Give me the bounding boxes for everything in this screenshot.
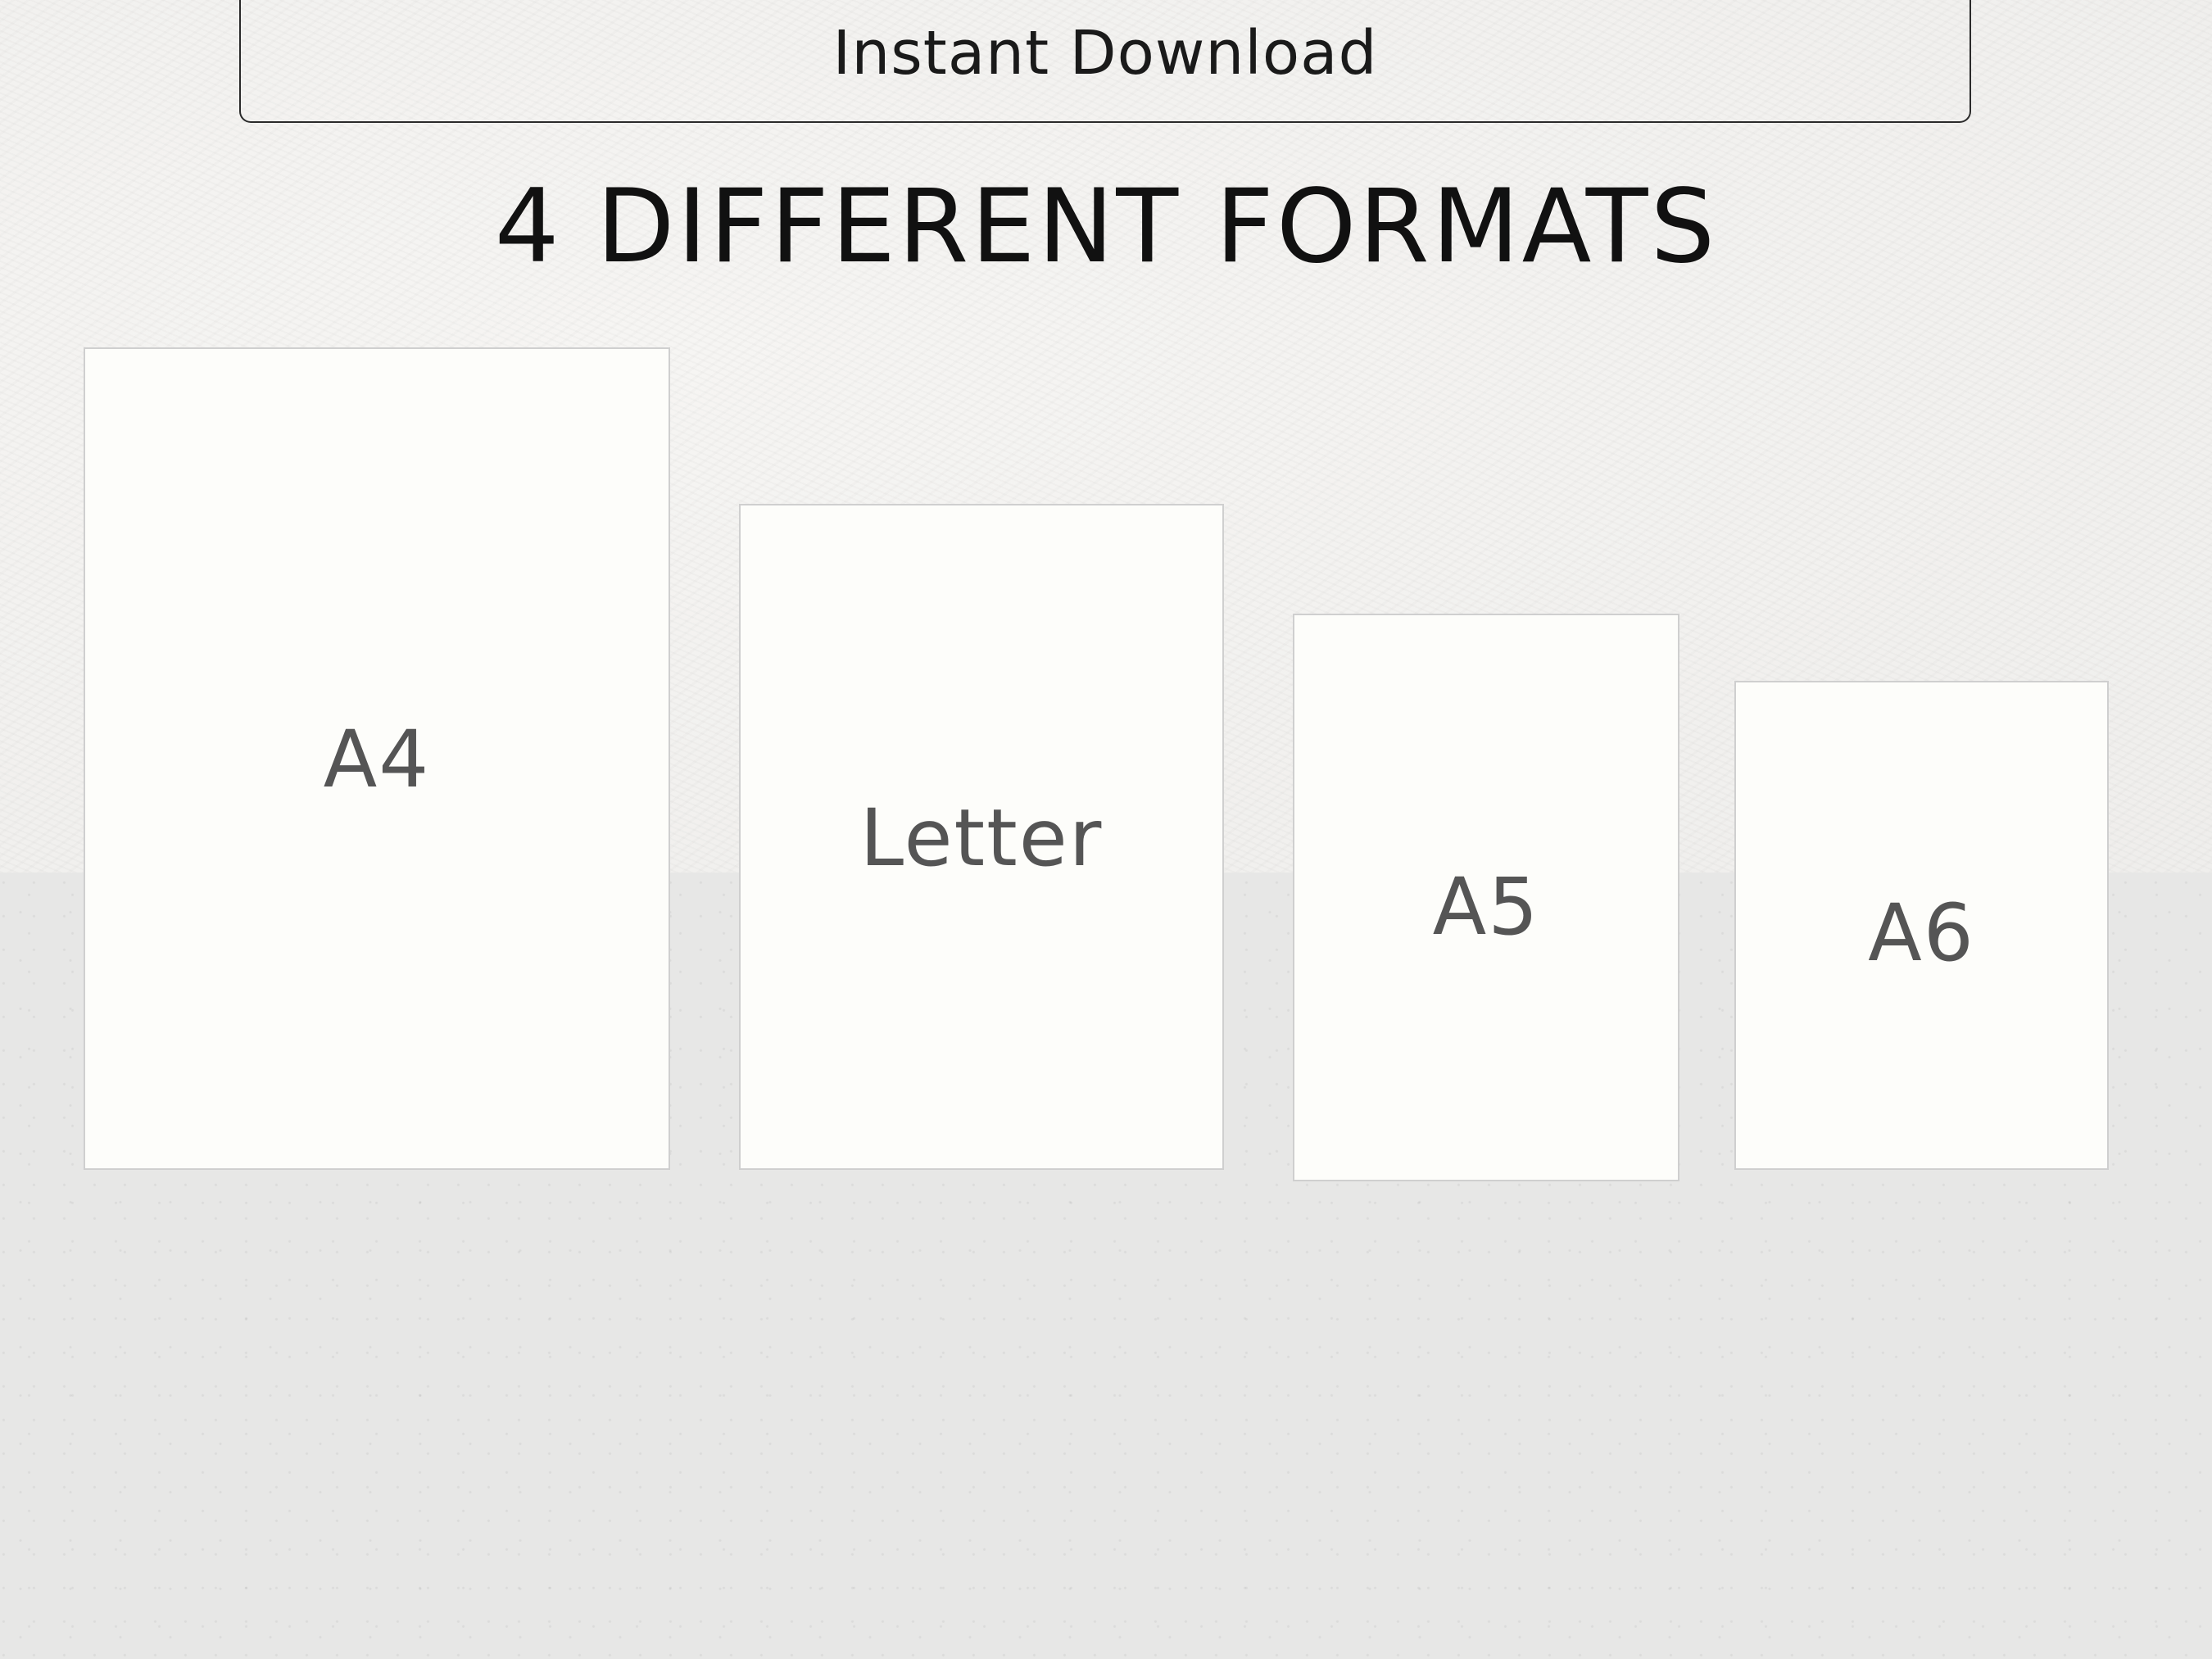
format-card-letter: Letter bbox=[739, 504, 1224, 1170]
page-title: 4 DIFFERENT FORMATS bbox=[494, 168, 1718, 286]
format-label-a4: A4 bbox=[323, 714, 431, 805]
format-card-a5: A5 bbox=[1293, 614, 1679, 1181]
format-label-a6: A6 bbox=[1868, 887, 1975, 979]
format-label-a5: A5 bbox=[1432, 861, 1540, 953]
format-card-a4: A4 bbox=[84, 347, 670, 1170]
instant-download-banner: Instant Download bbox=[239, 0, 1971, 123]
format-card-a6: A6 bbox=[1734, 681, 2109, 1170]
instant-download-label: Instant Download bbox=[832, 18, 1378, 88]
format-label-letter: Letter bbox=[859, 792, 1104, 884]
